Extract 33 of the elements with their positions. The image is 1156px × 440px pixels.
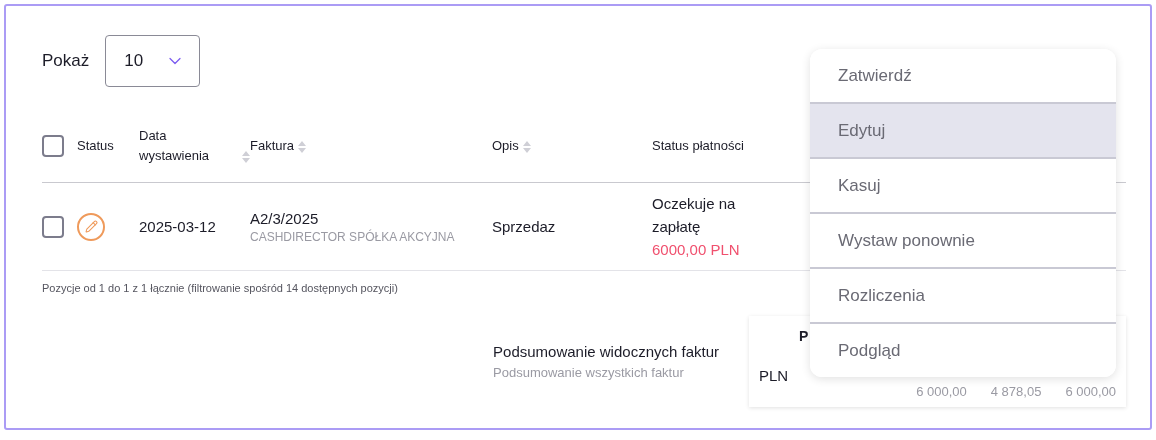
sort-icon[interactable] — [242, 151, 250, 163]
column-header: P — [799, 328, 809, 346]
menu-item[interactable]: Zatwierdź — [810, 49, 1116, 102]
column-header[interactable]: Opis — [492, 136, 531, 156]
column-header: Status — [77, 137, 114, 155]
sort-icon[interactable] — [298, 141, 307, 153]
page-size-label: Pokaż — [42, 51, 90, 71]
menu-item[interactable]: Edytuj — [810, 102, 1116, 157]
summary-value: 6 000,00 — [916, 384, 967, 399]
date-cell-text: 2025-03-12 — [139, 218, 217, 235]
currency-label: PLN — [759, 367, 789, 384]
column-header[interactable]: Faktura — [250, 136, 307, 156]
company-name: CASHDIRECTOR SPÓŁKA AKCYJNA — [250, 229, 456, 244]
description-cell-text: Sprzedaz — [492, 218, 557, 235]
menu-item[interactable]: Podgląd — [810, 322, 1116, 377]
payment-status: Oczekuje na zapłatę — [652, 194, 737, 237]
summary-value: 6 000,00 — [1065, 384, 1116, 399]
page-size-select[interactable]: 10 — [105, 35, 201, 87]
select-all-checkbox[interactable] — [42, 135, 64, 157]
summary-value: 4 878,05 — [990, 384, 1042, 399]
menu-item[interactable]: Rozliczenia — [810, 267, 1116, 322]
row-checkbox[interactable] — [42, 215, 64, 238]
payment-amount: 6000,00 PLN — [652, 240, 741, 260]
pencil-icon[interactable] — [77, 212, 105, 241]
sort-icon[interactable] — [522, 141, 531, 153]
invoice-number: A2/3/2025 — [250, 209, 320, 227]
column-header: Status płatności — [652, 137, 744, 155]
column-header[interactable]: Data wystawienia — [139, 126, 250, 166]
menu-item[interactable]: Wystaw ponownie — [810, 212, 1116, 267]
table-info: Pozycje od 1 do 1 z 1 łącznie (filtrowanie spośród 14 dostępnych pozycji) — [42, 282, 399, 294]
menu-item[interactable]: Kasuj — [810, 157, 1116, 212]
summary-subtitle: Podsumowanie wszystkich faktur — [493, 365, 685, 380]
summary-title: Podsumowanie widocznych faktur — [493, 343, 719, 360]
